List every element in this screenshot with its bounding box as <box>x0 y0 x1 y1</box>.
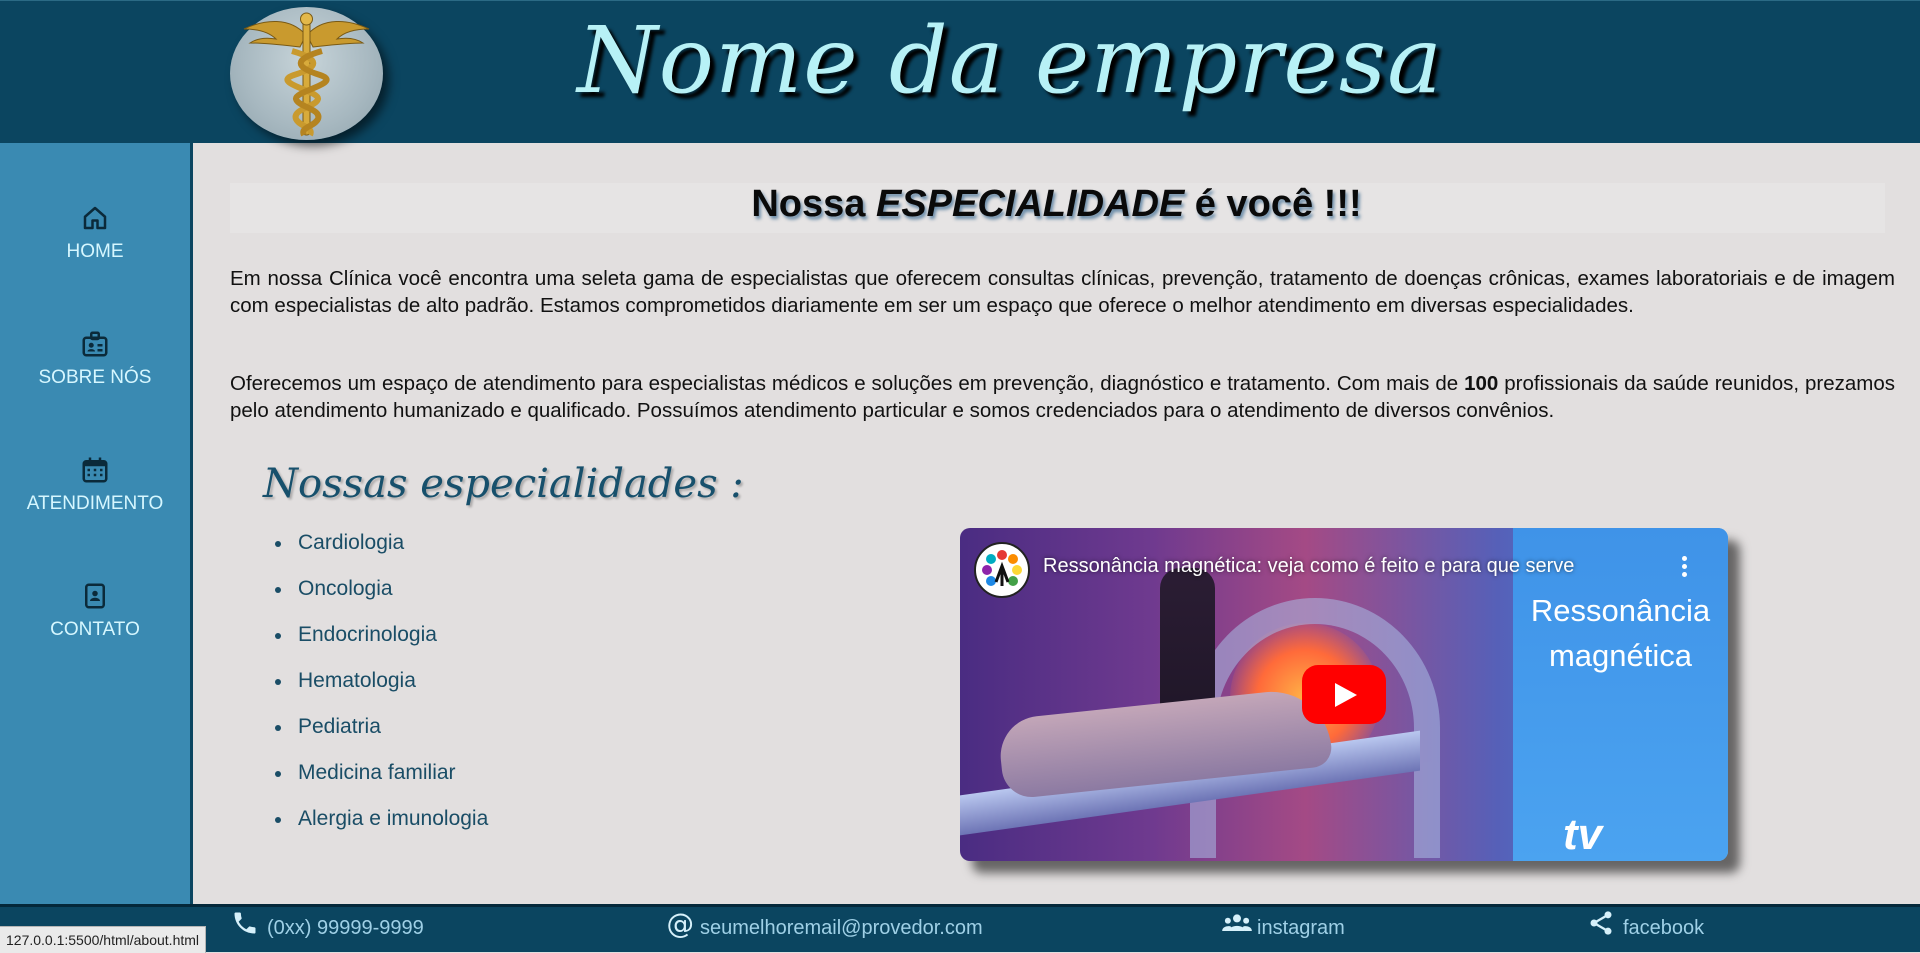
calendar-icon <box>82 457 108 483</box>
email-address: seumelhoremail@provedor.com <box>700 917 983 939</box>
sidebar-item-label: CONTATO <box>50 619 140 640</box>
specialties-title: Nossas especialidades : <box>263 461 744 507</box>
at-sign-icon: @ <box>667 909 695 939</box>
list-item: Hematologia <box>268 669 488 715</box>
sidebar-item-contato[interactable]: CONTATO <box>0 581 190 641</box>
phone-number: (0xx) 99999-9999 <box>267 917 424 939</box>
overlay-line: Ressonância <box>1530 593 1711 628</box>
share-icon <box>1590 911 1612 935</box>
intro-paragraph: Em nossa Clínica você encontra uma selet… <box>230 267 1895 317</box>
contact-file-icon <box>85 583 105 609</box>
youtube-video-embed[interactable]: Ressonância magnética tv Ressonância mag… <box>960 528 1728 861</box>
list-item: Oncologia <box>268 577 488 623</box>
sidebar-item-home[interactable]: HOME <box>0 203 190 263</box>
home-icon <box>83 206 107 230</box>
headline-suffix: é você !!! <box>1184 183 1362 225</box>
page-headline: Nossa ESPECIALIDADE é você !!! <box>193 183 1920 226</box>
list-item: Alergia e imunologia <box>268 807 488 853</box>
video-overlay-text: Ressonância magnética <box>1513 588 1728 678</box>
instagram-link: instagram <box>1257 917 1345 939</box>
browser-status-url: 127.0.0.1:5500/html/about.html <box>0 926 207 953</box>
headline-emphasis: ESPECIALIDADE <box>875 183 1185 225</box>
more-options-icon[interactable] <box>1682 556 1688 580</box>
list-item: Medicina familiar <box>268 761 488 807</box>
list-item: Endocrinologia <box>268 623 488 669</box>
sidebar-nav: HOME SOBRE NÓS ATENDIMENTO CONTATO <box>0 143 193 904</box>
id-badge-icon <box>82 331 108 357</box>
svg-text:@: @ <box>667 909 695 939</box>
professionals-count: 100 <box>1464 372 1499 395</box>
sidebar-item-sobre-nos[interactable]: SOBRE NÓS <box>0 329 190 389</box>
sidebar-item-atendimento[interactable]: ATENDIMENTO <box>0 455 190 515</box>
play-button[interactable] <box>1302 665 1386 724</box>
headline-prefix: Nossa <box>751 183 876 225</box>
company-name: Nome da empresa <box>577 7 1443 114</box>
people-group-icon <box>1222 914 1252 931</box>
services-paragraph: Oferecemos um espaço de atendimento para… <box>230 370 1895 424</box>
footer-phone[interactable]: (0xx) 99999-9999 <box>234 912 424 940</box>
video-title[interactable]: Ressonância magnética: veja como é feito… <box>1043 555 1574 578</box>
paragraph-text: Oferecemos um espaço de atendimento para… <box>230 372 1465 395</box>
tv-channel-logo: tv <box>1563 810 1603 859</box>
footer-instagram[interactable]: instagram <box>1222 914 1345 940</box>
specialties-list: Cardiologia Oncologia Endocrinologia Hem… <box>268 531 488 853</box>
page-footer: (0xx) 99999-9999 @ seumelhoremail@proved… <box>0 904 1920 952</box>
channel-avatar-icon[interactable] <box>974 542 1030 598</box>
footer-facebook[interactable]: facebook <box>1590 911 1705 940</box>
footer-email[interactable]: @ seumelhoremail@provedor.com <box>667 909 983 940</box>
sidebar-item-label: HOME <box>66 241 124 262</box>
facebook-link: facebook <box>1623 917 1705 939</box>
main-content: Nossa ESPECIALIDADE é você !!! Em nossa … <box>193 143 1920 904</box>
page-header: Nome da empresa <box>0 0 1920 143</box>
sidebar-item-label: ATENDIMENTO <box>26 493 164 514</box>
list-item: Cardiologia <box>268 531 488 577</box>
sidebar-item-label: SOBRE NÓS <box>38 367 152 388</box>
list-item: Pediatria <box>268 715 488 761</box>
phone-icon <box>234 912 256 934</box>
overlay-line: magnética <box>1548 638 1693 673</box>
